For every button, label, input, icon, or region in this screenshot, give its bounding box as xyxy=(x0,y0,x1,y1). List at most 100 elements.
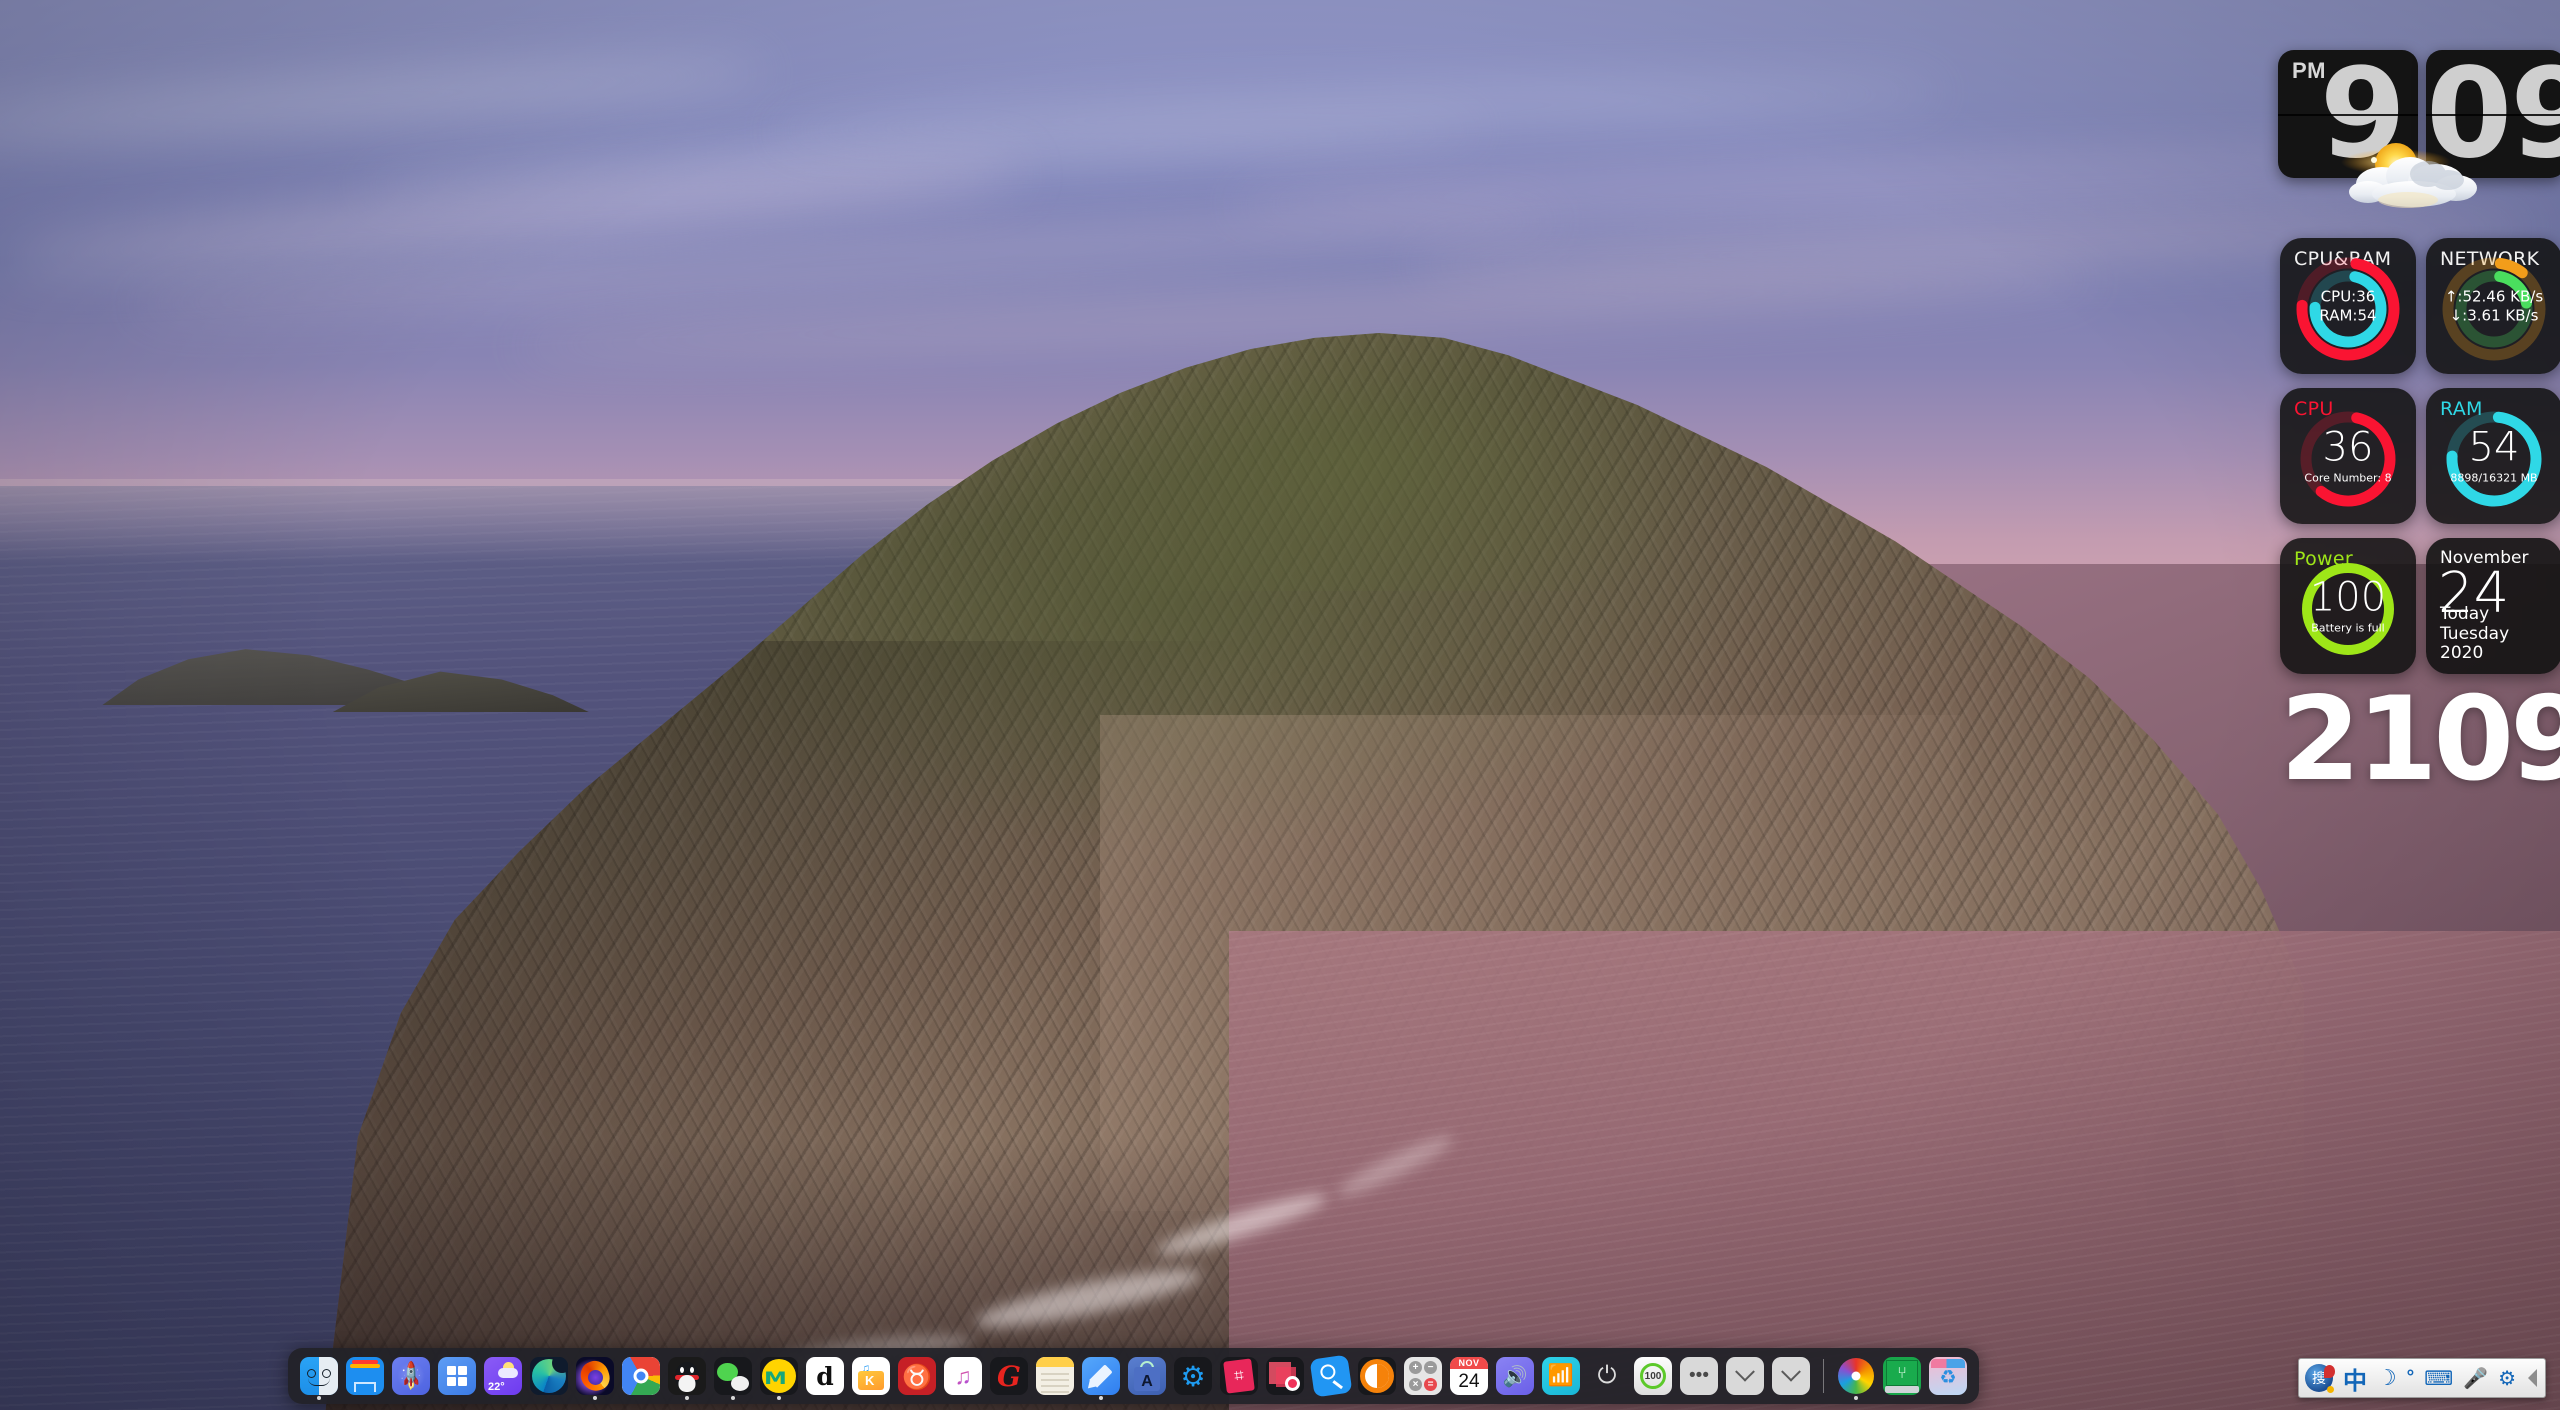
dock-item-launchpad[interactable]: 🚀 xyxy=(390,1351,432,1401)
dock-item-calendar[interactable]: NOV 24 xyxy=(1448,1351,1490,1401)
network-values: ↑:52.46 KB/s ↓:3.61 KB/s xyxy=(2426,287,2560,325)
dock-item-notes[interactable] xyxy=(1034,1351,1076,1401)
ime-toolbar[interactable]: 搜 中 ☽ ° ⌨ 🎤 ⚙ xyxy=(2298,1358,2546,1398)
ellipsis-icon: ••• xyxy=(1680,1357,1718,1395)
cpu-widget-values: 36 Core Number: 8 xyxy=(2280,428,2416,485)
dock-item-calculator[interactable]: +−×= xyxy=(1402,1351,1444,1401)
battery-status-text: Battery is full xyxy=(2280,622,2416,635)
dock-item-netease-music[interactable]: ♉ xyxy=(896,1351,938,1401)
dock-item-volume[interactable]: 🔊 xyxy=(1494,1351,1536,1401)
ime-logo-button[interactable]: 搜 xyxy=(2305,1364,2333,1392)
dock-item-settings[interactable]: ⚙ xyxy=(1172,1351,1214,1401)
dock-item-yellow-app[interactable]: M xyxy=(758,1351,800,1401)
record-icon xyxy=(1266,1357,1304,1395)
ram-widget[interactable]: RAM 54 8898/16321 MB xyxy=(2426,388,2560,524)
dock-item-usb-drive[interactable]: ⑂ xyxy=(1881,1351,1923,1401)
desktop-widget-panel: PM 9 09 xyxy=(2080,0,2560,1410)
gear-icon[interactable]: ⚙ xyxy=(2498,1366,2516,1391)
dock-item-start-menu[interactable] xyxy=(436,1351,478,1401)
network-widget[interactable]: NETWORK ↑:52.46 KB/s ↓:3.61 KB/s xyxy=(2426,238,2560,374)
crop-icon: ⌗ xyxy=(1220,1357,1258,1395)
ram-usage-text: 8898/16321 MB xyxy=(2426,472,2560,485)
usb-drive-icon: ⑂ xyxy=(1883,1357,1921,1395)
recycle-bin-icon: ♻ xyxy=(1929,1357,1967,1395)
punctuation-icon[interactable]: ° xyxy=(2407,1367,2415,1389)
chevron-down-icon xyxy=(1772,1357,1810,1395)
wechat-icon xyxy=(714,1357,752,1395)
wifi-icon: 📶 xyxy=(1542,1357,1580,1395)
edge-icon xyxy=(530,1357,568,1395)
date-widget[interactable]: November 24 Today Tuesday 2020 xyxy=(2426,538,2560,674)
dock-item-wifi[interactable]: 📶 xyxy=(1540,1351,1582,1401)
dock-item-more[interactable]: ••• xyxy=(1678,1351,1720,1401)
ram-percent-value: 54 xyxy=(2426,428,2560,468)
notes-icon xyxy=(1036,1357,1074,1395)
yellow-m-icon: M xyxy=(760,1357,798,1395)
gear-icon: ⚙ xyxy=(1174,1357,1212,1395)
dock-item-kugou[interactable]: ♫K xyxy=(850,1351,892,1401)
dock-item-edge[interactable] xyxy=(528,1351,570,1401)
calendar-icon: NOV 24 xyxy=(1450,1357,1488,1395)
widget-row-power-date: Power 100 Battery is full November 24 To… xyxy=(2280,538,2560,674)
big-clock-widget[interactable]: 2109 1124 Tuesday xyxy=(2280,690,2560,790)
date-weekday: Today Tuesday xyxy=(2440,605,2560,644)
chevron-down-icon xyxy=(1726,1357,1764,1395)
music-note-icon: ♫ xyxy=(944,1357,982,1395)
dock-item-search[interactable] xyxy=(1310,1351,1352,1401)
date-year: 2020 xyxy=(2440,644,2560,664)
chinese-mode-icon[interactable]: 中 xyxy=(2343,1361,2367,1396)
dock-item-collapse-1[interactable] xyxy=(1724,1351,1766,1401)
big-clock-time: 2109 xyxy=(2280,690,2560,790)
windows-start-icon xyxy=(438,1357,476,1395)
dock-item-chrome[interactable] xyxy=(620,1351,662,1401)
power-widget[interactable]: Power 100 Battery is full xyxy=(2280,538,2416,674)
battery-percent-value: 100 xyxy=(2280,578,2416,618)
app-store-bag-icon: A xyxy=(1128,1357,1166,1395)
pencil-icon xyxy=(1082,1357,1120,1395)
pinwheel-icon xyxy=(1837,1357,1875,1395)
dock-item-power[interactable]: ⏻ xyxy=(1586,1351,1628,1401)
weather-icon: 22° xyxy=(484,1357,522,1395)
dock-item-collapse-2[interactable] xyxy=(1770,1351,1812,1401)
keyboard-icon[interactable]: ⌨ xyxy=(2424,1366,2453,1391)
moon-icon[interactable]: ☽ xyxy=(2377,1365,2397,1391)
ram-value-text: RAM:54 xyxy=(2280,306,2416,325)
dock-item-weather[interactable]: 22° xyxy=(482,1351,524,1401)
dock-item-battery[interactable]: 100 xyxy=(1632,1351,1674,1401)
dock[interactable]: 🚀 22° xyxy=(288,1348,1979,1404)
calendar-month: NOV xyxy=(1450,1357,1488,1369)
collapse-arrow-icon[interactable] xyxy=(2528,1369,2537,1387)
cpu-ram-widget[interactable]: CPU&RAM CPU:36 RAM:54 xyxy=(2280,238,2416,374)
battery-icon: 100 xyxy=(1634,1357,1672,1395)
dock-item-itunes[interactable]: ♫ xyxy=(942,1351,984,1401)
widget-row-gauges: CPU 36 Core Number: 8 RAM 54 8898/16321 … xyxy=(2280,388,2560,524)
dock-item-file-manager[interactable] xyxy=(344,1351,386,1401)
cpu-percent-value: 36 xyxy=(2280,428,2416,468)
dock-item-recycle-bin[interactable]: ♻ xyxy=(1927,1351,1969,1401)
dock-divider xyxy=(1823,1359,1824,1393)
dock-item-brightness[interactable] xyxy=(1356,1351,1398,1401)
dock-item-g-app[interactable]: G xyxy=(988,1351,1030,1401)
network-download-text: ↓:3.61 KB/s xyxy=(2426,306,2560,325)
dock-item-qq[interactable] xyxy=(666,1351,708,1401)
network-upload-text: ↑:52.46 KB/s xyxy=(2426,287,2560,306)
dock-item-wechat[interactable] xyxy=(712,1351,754,1401)
cpu-ram-values: CPU:36 RAM:54 xyxy=(2280,287,2416,325)
dock-item-app-store[interactable]: A xyxy=(1126,1351,1168,1401)
dock-item-browser-360[interactable] xyxy=(1835,1351,1877,1401)
calendar-day: 24 xyxy=(1450,1369,1488,1395)
dingtalk-icon: d xyxy=(806,1357,844,1395)
dock-item-dingtalk[interactable]: d xyxy=(804,1351,846,1401)
sun-behind-cloud-icon xyxy=(2324,128,2514,228)
widget-row-system: CPU&RAM CPU:36 RAM:54 NETWORK ↑:52.46 xyxy=(2280,238,2560,374)
cpu-widget[interactable]: CPU 36 Core Number: 8 xyxy=(2280,388,2416,524)
ime-logo-char: 搜 xyxy=(2312,1368,2326,1388)
dock-item-firefox[interactable] xyxy=(574,1351,616,1401)
dock-item-crop-tool[interactable]: ⌗ xyxy=(1218,1351,1260,1401)
firefox-icon xyxy=(576,1357,614,1395)
microphone-icon[interactable]: 🎤 xyxy=(2463,1366,2488,1391)
qq-penguin-icon xyxy=(668,1357,706,1395)
dock-item-text-editor[interactable] xyxy=(1080,1351,1122,1401)
dock-item-screen-record[interactable] xyxy=(1264,1351,1306,1401)
dock-item-finder[interactable] xyxy=(298,1351,340,1401)
